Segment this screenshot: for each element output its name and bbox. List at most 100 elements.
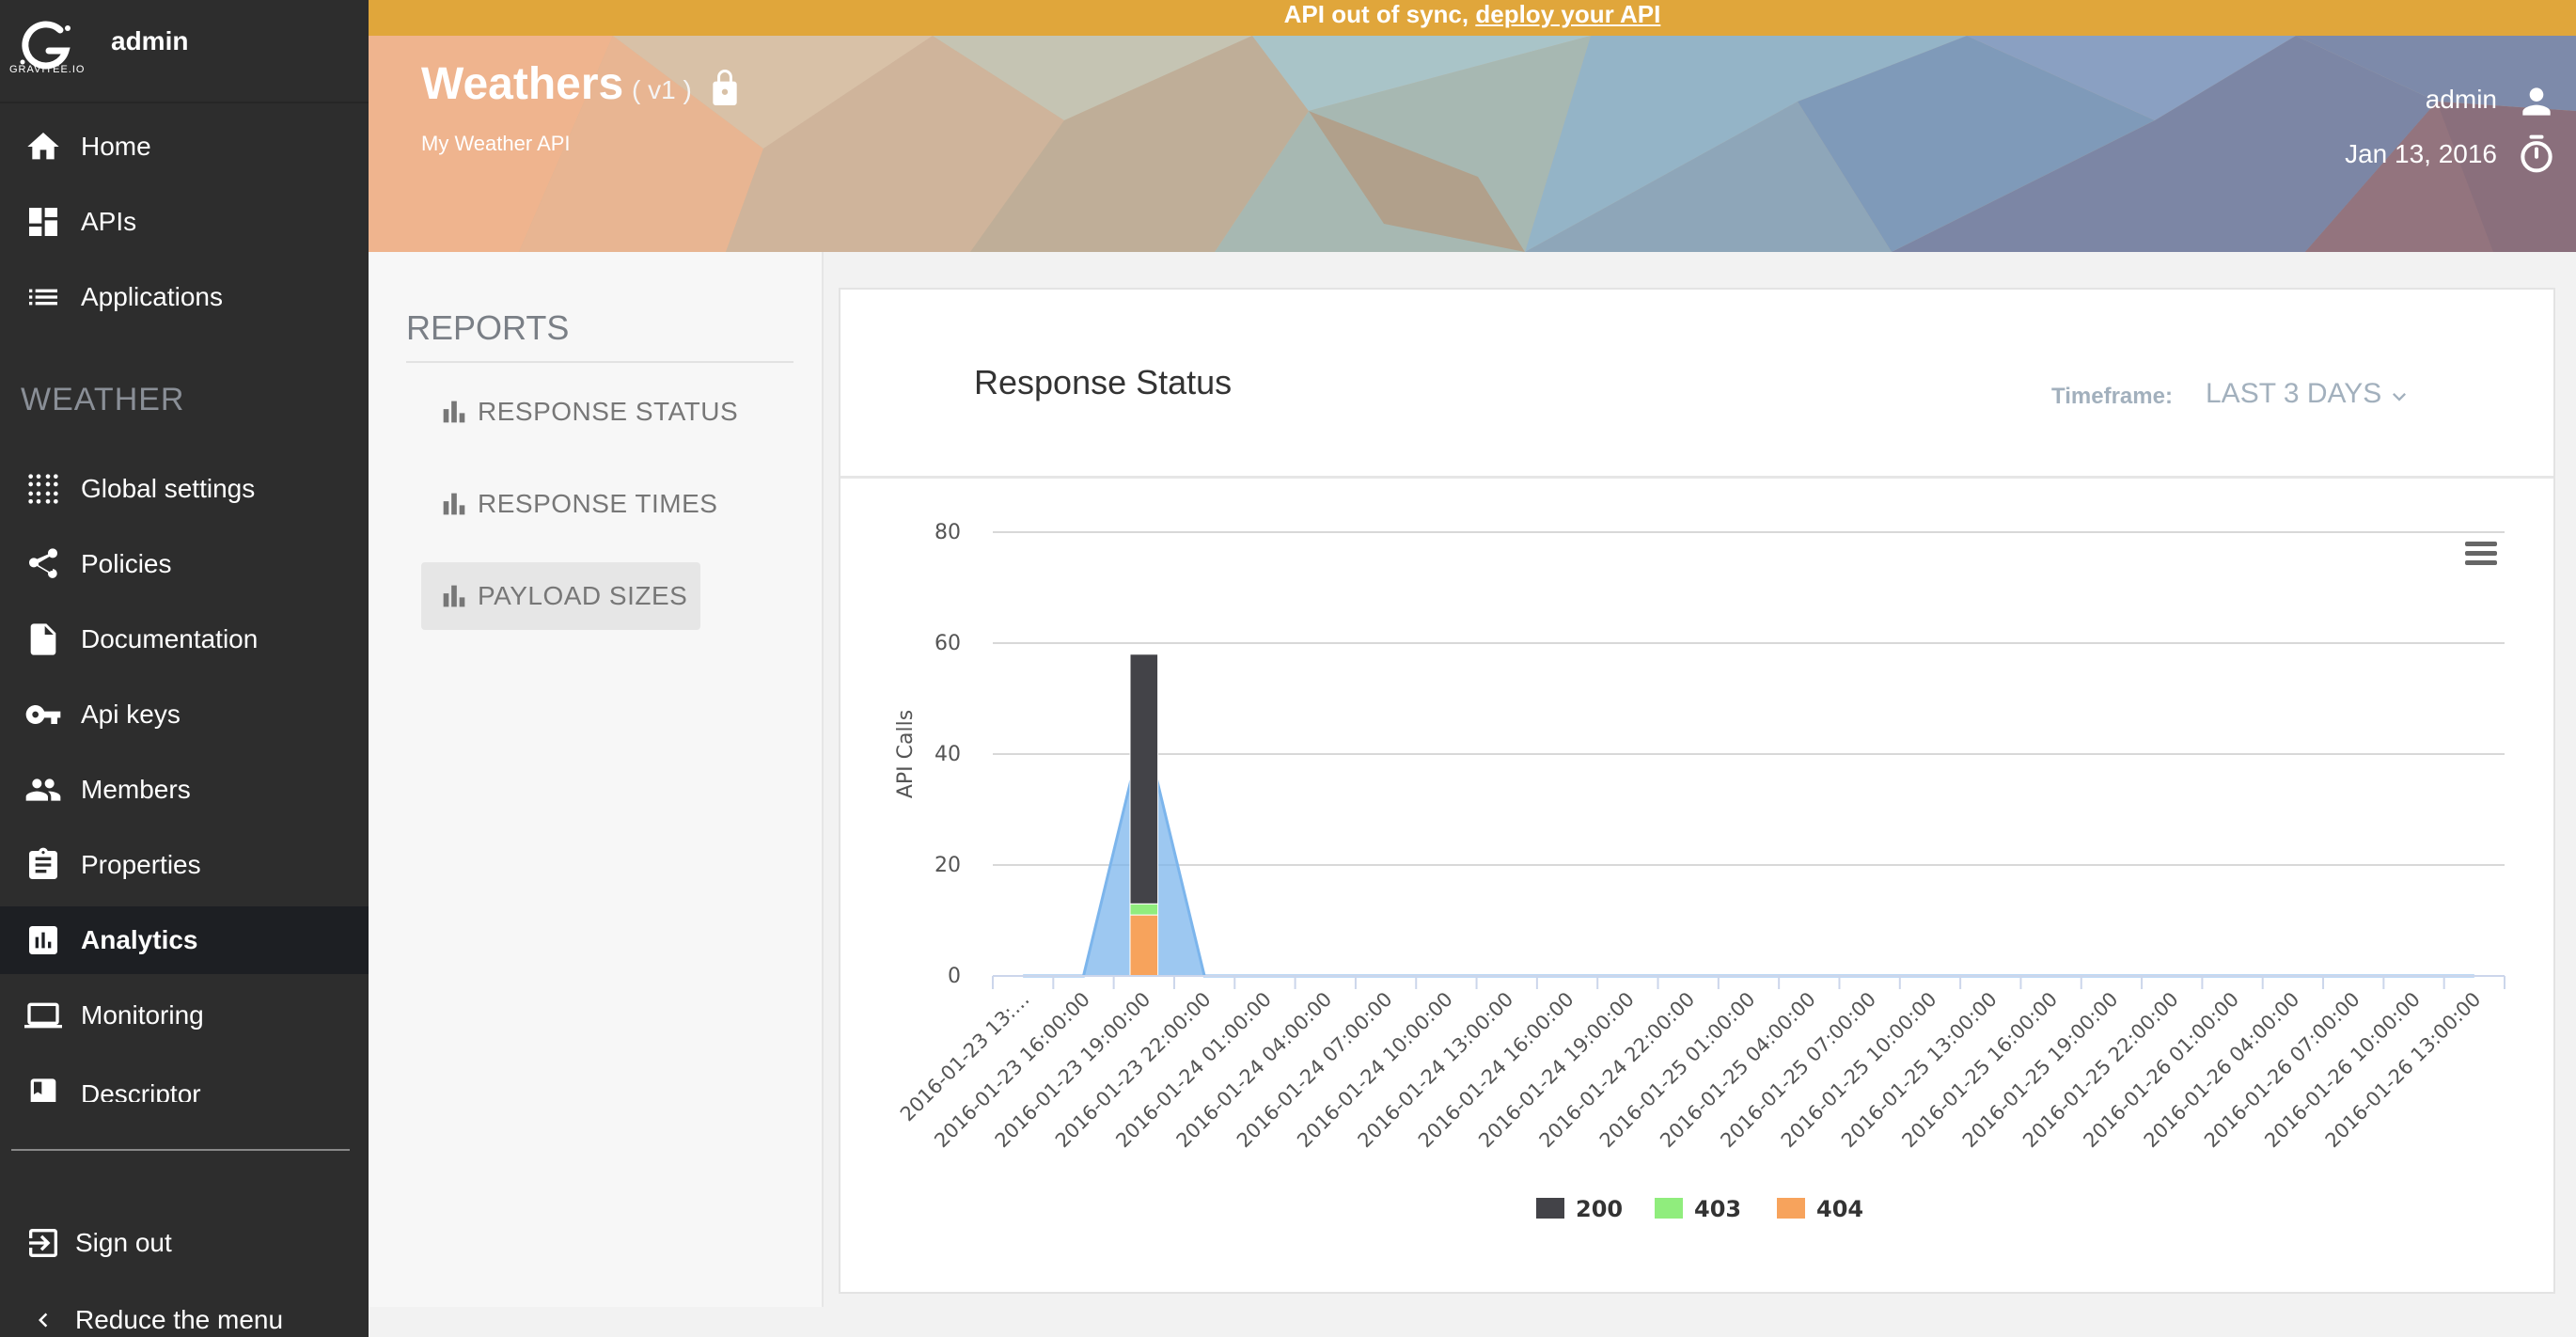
sidebar-item-label: Policies [81, 549, 172, 578]
legend-label-200: 200 [1576, 1196, 1623, 1222]
legend-swatch-200 [1536, 1198, 1564, 1219]
chart-menu-icon[interactable] [2465, 542, 2497, 565]
chart-title: Response Status [974, 363, 1233, 401]
sidebar-item-properties[interactable]: Properties [0, 831, 369, 899]
sidebar-item-label: Global settings [81, 474, 256, 503]
people-icon [23, 769, 64, 810]
sidebar-item-descriptor[interactable]: Descriptor [0, 1061, 369, 1102]
chevron-down-icon[interactable] [2386, 384, 2412, 410]
bar-404 [1129, 914, 1159, 977]
y-tick-label: 40 [935, 743, 961, 766]
sidebar-item-label: Members [81, 775, 191, 804]
dashboard-icon [23, 201, 64, 243]
timer-icon [2521, 134, 2552, 173]
reports-divider [406, 361, 793, 363]
sidebar-item-apis[interactable]: APIs [0, 188, 369, 256]
chart-y-axis: 0 20 40 60 80 API Calls [894, 521, 961, 988]
api-section-title: WEATHER [21, 382, 185, 417]
report-label: PAYLOAD SIZES [478, 581, 688, 610]
sidebar-item-label: APIs [81, 207, 137, 236]
sign-out-icon [23, 1222, 64, 1264]
user-icon[interactable] [2516, 81, 2557, 122]
deploy-api-link[interactable]: deploy your API [1475, 0, 1660, 28]
brand-user-name[interactable]: admin [111, 26, 188, 56]
legend-label-404: 404 [1816, 1196, 1863, 1222]
report-payload-sizes[interactable]: PAYLOAD SIZES [421, 562, 701, 630]
sidebar-scroll-clip: Descriptor [0, 1061, 369, 1102]
sidebar-item-label: Documentation [81, 624, 259, 653]
api-title: Weathers [421, 59, 624, 109]
lock-icon [713, 70, 737, 105]
sign-out-button[interactable]: Sign out [0, 1209, 369, 1277]
timeframe-select[interactable]: LAST 3 DAYS [2206, 378, 2381, 410]
header-background [369, 36, 2576, 252]
legend-swatch-404 [1777, 1198, 1805, 1219]
sidebar-item-label: Analytics [81, 925, 198, 954]
y-tick-label: 0 [948, 965, 961, 988]
sidebar-item-global-settings[interactable]: Global settings [0, 455, 369, 523]
bar-200 [1129, 653, 1159, 904]
logo-text: GRAVITEE.IO [9, 64, 86, 75]
sidebar-divider [11, 1149, 350, 1151]
book-icon [23, 1074, 64, 1102]
y-axis-label: API Calls [894, 710, 918, 798]
sidebar-item-documentation[interactable]: Documentation [0, 606, 369, 673]
timeframe-label: Timeframe: [2051, 384, 2173, 409]
sidebar: GRAVITEE.IO admin Home APIs Applications… [0, 0, 369, 1337]
reduce-menu-label: Reduce the menu [75, 1307, 284, 1334]
chevron-left-icon [23, 1307, 64, 1337]
sidebar-item-home[interactable]: Home [0, 113, 369, 181]
document-icon [23, 619, 64, 660]
share-icon [23, 543, 64, 585]
key-icon [23, 694, 64, 735]
bar-chart-icon [23, 920, 64, 961]
report-response-times[interactable]: RESPONSE TIMES [421, 470, 730, 538]
y-tick-label: 20 [935, 854, 961, 877]
chart-card-header: Response Status Timeframe: LAST 3 DAYS [840, 290, 2553, 479]
report-label: RESPONSE TIMES [478, 489, 718, 518]
sync-warning-text: API out of sync, [1283, 0, 1469, 28]
bar-chart-icon [443, 493, 465, 515]
y-tick-label: 80 [935, 521, 961, 544]
chart-grid [993, 531, 2505, 977]
legend-swatch-403 [1655, 1198, 1683, 1219]
bar-chart-icon [443, 585, 465, 607]
sidebar-item-label: Home [81, 132, 151, 161]
brand-header: GRAVITEE.IO admin [0, 0, 369, 103]
sidebar-item-members[interactable]: Members [0, 756, 369, 824]
report-label: RESPONSE STATUS [478, 397, 739, 426]
reports-menu: REPORTS RESPONSE STATUS RESPONSE TIMES P… [369, 252, 824, 1307]
chart-card: Response Status Timeframe: LAST 3 DAYS 2… [839, 288, 2555, 1294]
header-user-name[interactable]: admin [2426, 85, 2497, 115]
chart-legend: 200 403 404 [1536, 1196, 1863, 1222]
sidebar-item-analytics[interactable]: Analytics [0, 906, 369, 974]
area-fill [1023, 726, 2474, 976]
home-icon [23, 126, 64, 167]
area-line [1023, 726, 2474, 978]
list-icon [23, 276, 64, 318]
chart-area-series [1023, 726, 2474, 978]
api-description: My Weather API [421, 132, 571, 155]
sync-warning-banner: API out of sync, deploy your API [369, 0, 2576, 36]
reduce-menu-button[interactable]: Reduce the menu [0, 1307, 369, 1337]
report-response-status[interactable]: RESPONSE STATUS [421, 378, 751, 446]
chart-bar-series [1129, 653, 1159, 977]
bar-chart-icon [443, 401, 465, 423]
sidebar-item-api-keys[interactable]: Api keys [0, 681, 369, 748]
sidebar-item-applications[interactable]: Applications [0, 263, 369, 331]
sign-out-label: Sign out [75, 1228, 172, 1257]
sidebar-item-policies[interactable]: Policies [0, 530, 369, 598]
sidebar-item-label: Properties [81, 850, 201, 879]
sidebar-item-label: Applications [81, 282, 223, 311]
header-date: Jan 13, 2016 [2345, 139, 2497, 168]
chart-x-axis: 2016-01-23 13:…2016-01-23 16:00:002016-0… [896, 975, 2505, 1152]
sidebar-item-label: Descriptor [81, 1079, 201, 1102]
legend-label-403: 403 [1694, 1196, 1741, 1222]
sidebar-item-label: Api keys [81, 700, 181, 729]
dots-grid-icon [23, 468, 64, 510]
clipboard-icon [23, 844, 64, 886]
api-version: ( v1 ) [632, 75, 692, 104]
laptop-icon [23, 995, 64, 1036]
reports-title: REPORTS [406, 308, 570, 347]
sidebar-item-monitoring[interactable]: Monitoring [0, 982, 369, 1049]
